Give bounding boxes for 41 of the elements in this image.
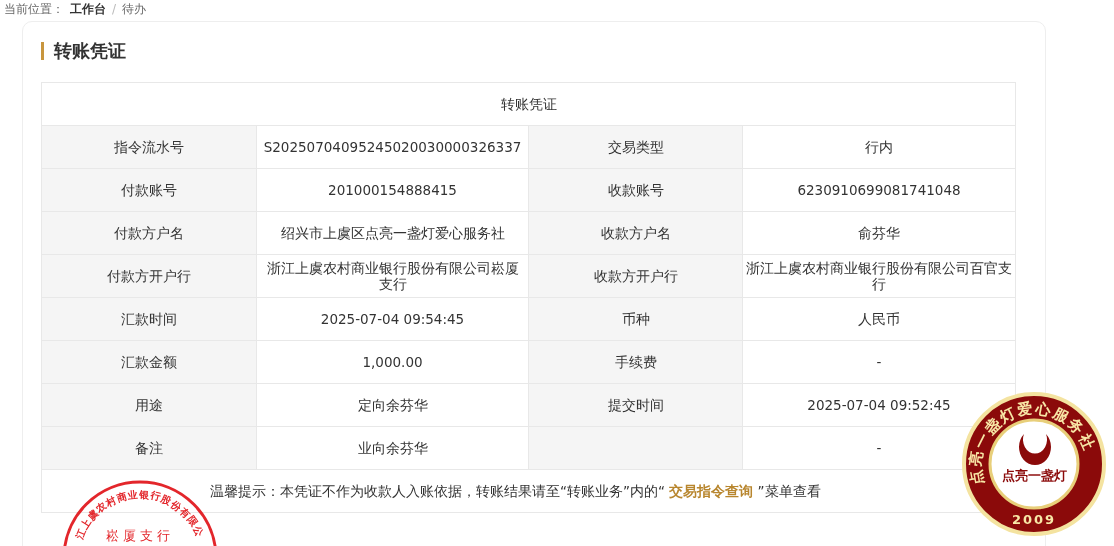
field-value: 俞芬华: [858, 225, 900, 241]
field-label: 付款方户名: [41, 211, 257, 255]
field-label: 币种: [528, 297, 743, 341]
field-value: 行内: [865, 139, 893, 155]
breadcrumb-label: 当前位置：: [4, 1, 64, 17]
field-value: 业向余芬华: [357, 440, 428, 456]
breadcrumb-separator: /: [112, 1, 117, 17]
title-accent-bar: [41, 42, 44, 60]
breadcrumb-link[interactable]: 工作台: [70, 1, 106, 17]
emblem-seal: 点亮一盏灯爱心服务社 点亮一盏灯 2009: [962, 392, 1106, 536]
field-value: 绍兴市上虞区点亮一盏灯爱心服务社: [280, 225, 505, 241]
field-label: 付款方开户行: [41, 254, 257, 298]
field-label: 付款账号: [41, 168, 257, 212]
field-value: 2025-07-04 09:54:45: [320, 311, 465, 327]
field-label: 备注: [41, 426, 257, 470]
field-value: -: [876, 440, 882, 456]
field-label: 汇款金额: [41, 340, 257, 384]
field-label: 收款账号: [528, 168, 743, 212]
field-value: S20250704095245020030000326337: [263, 139, 522, 155]
field-label: 交易类型: [528, 125, 743, 169]
field-value: 201000154888415: [328, 182, 457, 198]
field-value: 浙江上虞农村商业银行股份有限公司百官支行: [746, 260, 1012, 292]
field-label: 指令流水号: [41, 125, 257, 169]
field-value: 浙江上虞农村商业银行股份有限公司崧厦支行: [265, 260, 520, 292]
query-link[interactable]: 交易指令查询: [669, 483, 754, 499]
field-label: 收款方开户行: [528, 254, 743, 298]
breadcrumb-link[interactable]: 待办: [122, 1, 147, 17]
notice-text: 温馨提示：本凭证不作为收款人入账依据，转账结果请至“转账业务”内的“ 交易指令查询 ”菜单查看: [210, 483, 821, 499]
field-label: 手续费: [528, 340, 743, 384]
field-label: 用途: [41, 383, 257, 427]
field-value: 2025-07-04 09:52:45: [807, 397, 951, 413]
card-title: 转账凭证: [54, 39, 126, 63]
field-label: 提交时间: [528, 383, 743, 427]
field-value: -: [876, 354, 882, 370]
field-label: 汇款时间: [41, 297, 257, 341]
field-value: 人民币: [858, 311, 900, 327]
field-value: 1,000.00: [362, 354, 423, 370]
field-value: 定向余芬华: [357, 397, 428, 413]
field-value: 6230910699081741048: [797, 182, 961, 198]
voucher-title: 转账凭证: [41, 82, 1016, 126]
field-label: 收款方户名: [528, 211, 743, 255]
